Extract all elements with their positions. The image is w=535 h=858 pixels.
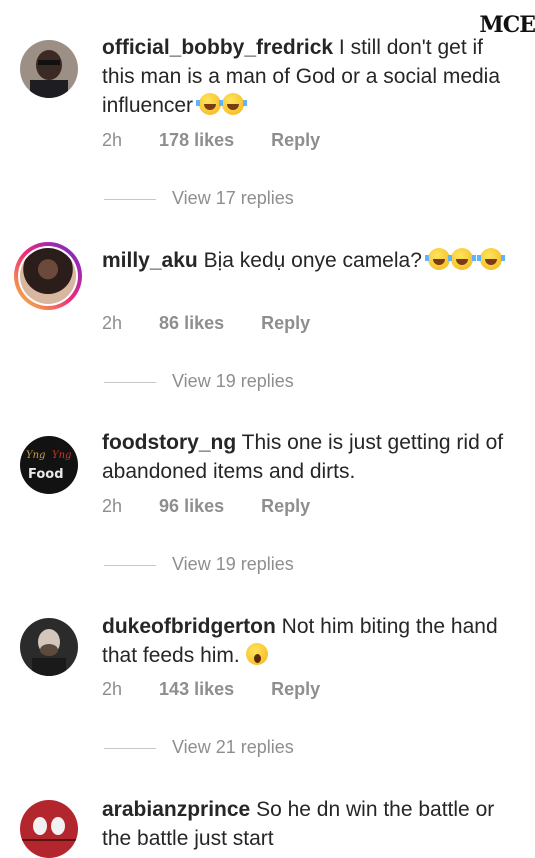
- comment-text: milly_aku Bịa kedụ onye camela?: [102, 246, 521, 275]
- comment-time: 2h: [102, 313, 123, 333]
- comment-meta: 2h 86 likes Reply: [102, 313, 342, 334]
- comment-time: 2h: [102, 679, 123, 699]
- reply-button[interactable]: Reply: [261, 496, 310, 516]
- avatar-photo: [20, 248, 76, 304]
- comment-text: dukeofbridgerton Not him biting the hand…: [102, 612, 521, 670]
- avatar[interactable]: [20, 618, 78, 676]
- avatar[interactable]: [14, 242, 82, 310]
- comment-meta: 2h 143 likes Reply: [102, 679, 352, 700]
- likes-count[interactable]: 86 likes: [159, 313, 224, 333]
- comment-body: Bịa kedụ onye camela?: [203, 249, 422, 272]
- comment-username[interactable]: arabianzprince: [102, 798, 250, 821]
- comment-username[interactable]: foodstory_ng: [102, 431, 236, 454]
- face-with-tears-of-joy-icon: [424, 248, 453, 270]
- svg-text:Yng: Yng: [52, 450, 71, 461]
- divider: [104, 747, 156, 749]
- comment-time: 2h: [102, 130, 123, 150]
- face-with-open-mouth-icon: [245, 643, 268, 665]
- svg-text:Yng: Yng: [26, 450, 45, 461]
- avatar[interactable]: [20, 40, 78, 98]
- view-replies-button[interactable]: View 17 replies: [104, 188, 294, 209]
- view-replies-label: View 21 replies: [172, 737, 294, 757]
- face-with-tears-of-joy-icon: [195, 93, 224, 115]
- likes-count[interactable]: 96 likes: [159, 496, 224, 516]
- likes-count[interactable]: 143 likes: [159, 679, 234, 699]
- comment-text: arabianzprince So he dn win the battle o…: [102, 795, 521, 853]
- reply-button[interactable]: Reply: [261, 313, 310, 333]
- reply-button[interactable]: Reply: [271, 130, 320, 150]
- svg-text:Food: Food: [28, 467, 64, 482]
- comment-text: official_bobby_fredrick I still don't ge…: [102, 33, 521, 120]
- comment-text: foodstory_ng This one is just getting ri…: [102, 428, 521, 486]
- comment-time: 2h: [102, 496, 123, 516]
- view-replies-label: View 19 replies: [172, 371, 294, 391]
- view-replies-label: View 17 replies: [172, 188, 294, 208]
- divider: [104, 198, 156, 200]
- likes-count[interactable]: 178 likes: [159, 130, 234, 150]
- comment-meta: 2h 96 likes Reply: [102, 496, 342, 517]
- view-replies-button[interactable]: View 19 replies: [104, 554, 294, 575]
- view-replies-button[interactable]: View 19 replies: [104, 371, 294, 392]
- reply-button[interactable]: Reply: [271, 679, 320, 699]
- face-with-tears-of-joy-icon: [218, 93, 247, 115]
- divider: [104, 564, 156, 566]
- comment-meta: 2h 178 likes Reply: [102, 130, 352, 151]
- avatar[interactable]: [20, 800, 78, 858]
- comment-username[interactable]: dukeofbridgerton: [102, 615, 276, 638]
- face-with-tears-of-joy-icon: [447, 248, 476, 270]
- comment-username[interactable]: milly_aku: [102, 249, 198, 272]
- comment-username[interactable]: official_bobby_fredrick: [102, 36, 333, 59]
- view-replies-label: View 19 replies: [172, 554, 294, 574]
- face-with-tears-of-joy-icon: [476, 248, 505, 270]
- avatar[interactable]: Yng Yng Food: [20, 436, 78, 494]
- view-replies-button[interactable]: View 21 replies: [104, 737, 294, 758]
- divider: [104, 381, 156, 383]
